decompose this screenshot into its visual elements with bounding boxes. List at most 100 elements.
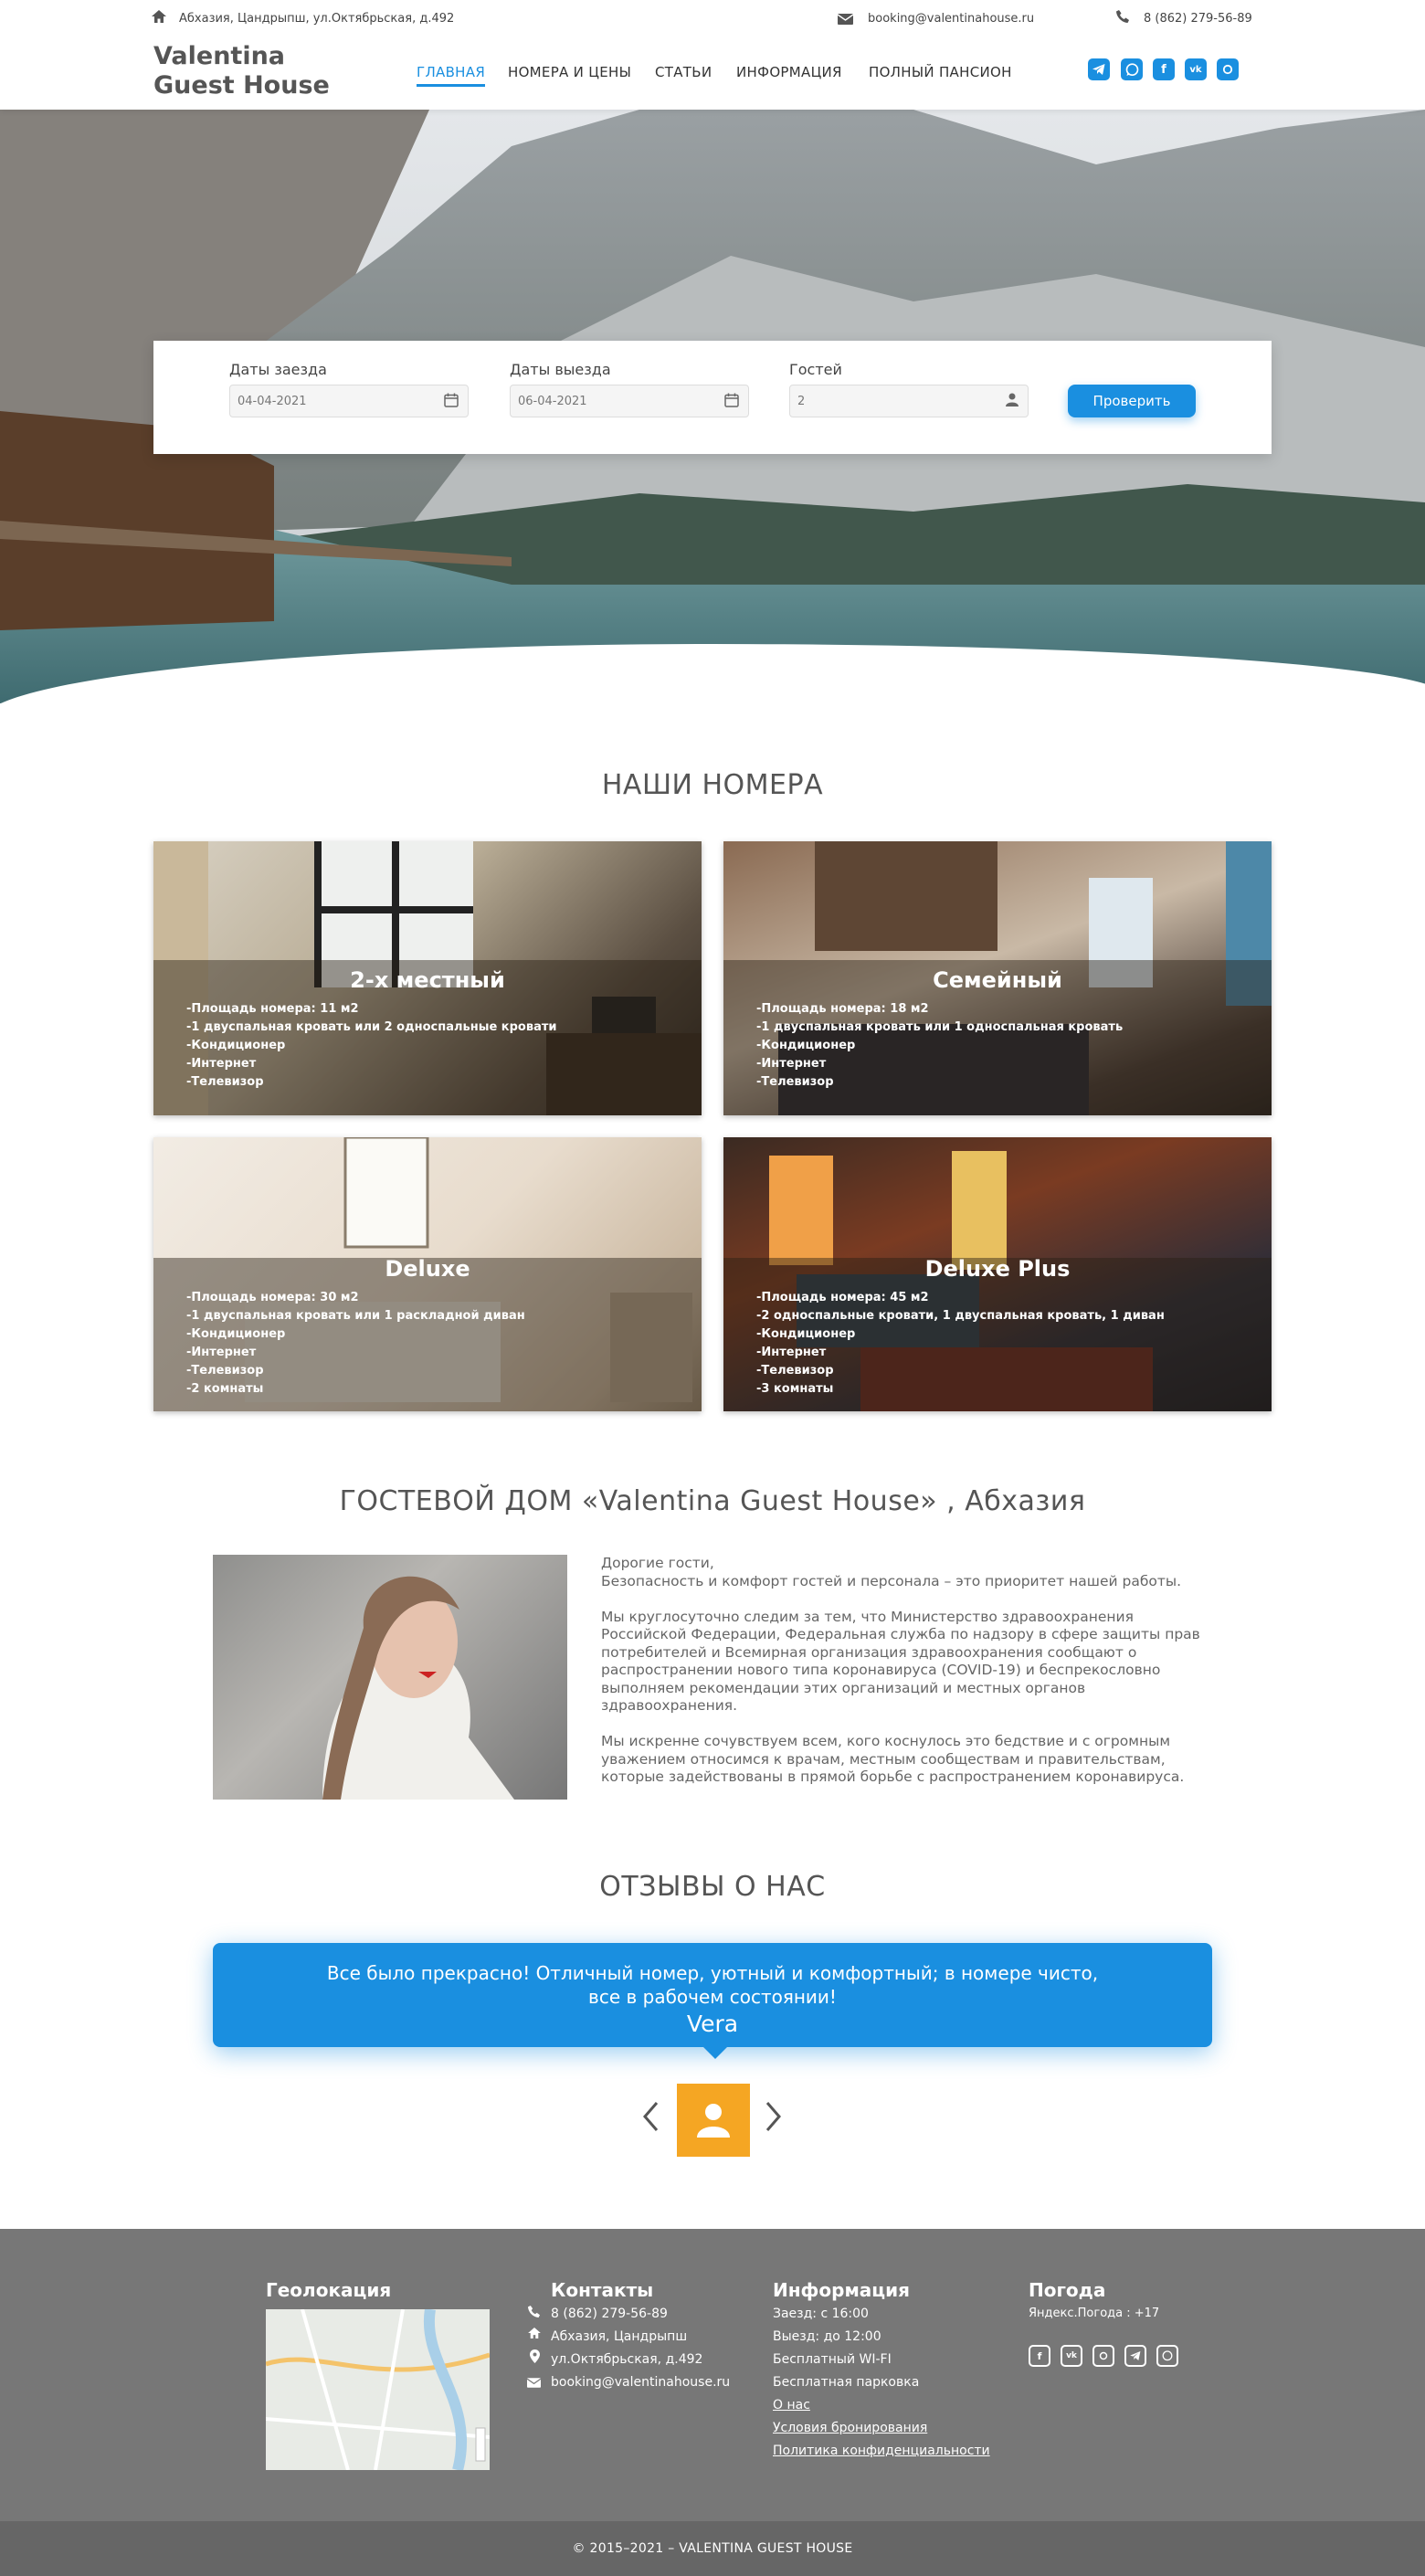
room-feature: -Телевизор xyxy=(186,1075,264,1089)
mail-icon xyxy=(837,11,854,28)
info-checkin: Заезд: с 16:00 xyxy=(773,2307,869,2321)
whatsapp-icon[interactable] xyxy=(1156,2345,1178,2367)
whatsapp-icon[interactable] xyxy=(1121,58,1143,80)
footer-phone[interactable]: 8 (862) 279-56-89 xyxy=(551,2307,668,2321)
home-icon xyxy=(528,2328,541,2342)
room-name: Deluxe xyxy=(385,1256,470,1282)
mail-icon xyxy=(526,2377,542,2391)
vk-icon[interactable]: vk xyxy=(1061,2345,1082,2367)
checkout-date-input[interactable]: 06-04-2021 xyxy=(510,385,749,417)
location-pin-icon xyxy=(530,2349,540,2367)
header-address: Абхазия, Цандрыпш, ул.Октябрьская, д.492 xyxy=(179,12,455,26)
room-feature: -1 двуспальная кровать или 1 односпальна… xyxy=(756,1020,1124,1034)
weather-widget[interactable]: Яндекс.Погода : +17 xyxy=(1029,2307,1159,2320)
check-availability-button[interactable]: Проверить xyxy=(1068,385,1196,417)
review-pointer xyxy=(702,2046,728,2059)
room-feature: -Кондиционер xyxy=(186,1039,286,1052)
calendar-icon[interactable] xyxy=(444,393,459,411)
footer-weather-title: Погода xyxy=(1029,2279,1106,2301)
nav-articles[interactable]: СТАТЬИ xyxy=(655,64,712,80)
site-logo[interactable]: Valentina Guest House xyxy=(153,42,330,100)
footer-street: ул.Октябрьская, д.492 xyxy=(551,2352,703,2367)
room-name: 2-х местный xyxy=(350,967,505,993)
about-section-title: ГОСТЕВОЙ ДОМ «Valentina Guest House» , А… xyxy=(339,1485,1086,1517)
guests-value: 2 xyxy=(797,395,806,408)
person-icon xyxy=(1006,393,1019,410)
room-card-double[interactable]: 2-х местный -Площадь номера: 11 м2 -1 дв… xyxy=(153,841,702,1115)
logo-line-2: Guest House xyxy=(153,71,330,100)
room-feature: -3 комнаты xyxy=(756,1382,834,1396)
room-feature: -Площадь номера: 11 м2 xyxy=(186,1002,359,1016)
rooms-section-title: НАШИ НОМЕРА xyxy=(601,769,824,801)
logo-line-1: Valentina xyxy=(153,42,286,70)
facebook-icon[interactable]: f xyxy=(1153,58,1175,80)
room-card-deluxe[interactable]: Deluxe -Площадь номера: 30 м2 -1 двуспал… xyxy=(153,1137,702,1411)
room-features: -Площадь номера: 30 м2 -1 двуспальная кр… xyxy=(186,1289,525,1399)
odnoklassniki-icon[interactable] xyxy=(1217,58,1239,80)
link-privacy-policy[interactable]: Политика конфиденциальности xyxy=(773,2444,990,2458)
room-feature: -Площадь номера: 30 м2 xyxy=(186,1291,359,1304)
review-card: Все было прекрасно! Отличный номер, уютн… xyxy=(213,1943,1212,2047)
checkin-value: 04-04-2021 xyxy=(238,395,307,408)
nav-home[interactable]: ГЛАВНАЯ xyxy=(417,64,486,87)
room-feature: -Площадь номера: 18 м2 xyxy=(756,1002,929,1016)
nav-information[interactable]: ИНФОРМАЦИЯ xyxy=(736,64,842,80)
footer-email[interactable]: booking@valentinahouse.ru xyxy=(551,2375,730,2390)
nav-full-board[interactable]: ПОЛНЫЙ ПАНСИОН xyxy=(869,64,1012,80)
info-wifi: Бесплатный WI-FI xyxy=(773,2352,892,2367)
info-checkout: Выезд: до 12:00 xyxy=(773,2329,881,2344)
guests-label: Гостей xyxy=(789,361,842,378)
user-icon xyxy=(697,2104,730,2138)
copyright: © 2015–2021 – VALENTINA GUEST HOUSE xyxy=(0,2521,1425,2576)
checkin-date-input[interactable]: 04-04-2021 xyxy=(229,385,469,417)
room-feature: -2 односпальные кровати, 1 двуспальная к… xyxy=(756,1309,1165,1323)
telegram-icon[interactable] xyxy=(1124,2345,1146,2367)
review-next-arrow[interactable] xyxy=(765,2101,782,2136)
info-parking: Бесплатная парковка xyxy=(773,2375,920,2390)
home-icon xyxy=(152,9,166,26)
map-widget[interactable] xyxy=(266,2309,490,2470)
room-feature: -Интернет xyxy=(186,1057,257,1071)
room-feature: -1 двуспальная кровать или 2 односпальны… xyxy=(186,1020,557,1034)
room-name: Семейный xyxy=(933,967,1062,993)
reviewer-avatar[interactable] xyxy=(677,2084,750,2157)
odnoklassniki-icon[interactable] xyxy=(1092,2345,1114,2367)
booking-form: Даты заезда 04-04-2021 Даты выезда 06-04… xyxy=(153,341,1272,454)
nav-rooms-prices[interactable]: НОМЕРА И ЦЕНЫ xyxy=(508,64,631,80)
room-features: -Площадь номера: 45 м2 -2 односпальные к… xyxy=(756,1289,1165,1399)
header-phone[interactable]: 8 (862) 279-56-89 xyxy=(1144,12,1252,26)
phone-icon xyxy=(528,2306,540,2321)
calendar-icon[interactable] xyxy=(724,393,739,411)
link-booking-terms[interactable]: Условия бронирования xyxy=(773,2421,927,2435)
about-text: Дорогие гости, Безопасность и комфорт го… xyxy=(601,1555,1222,1804)
top-bar: Абхазия, Цандрыпш, ул.Октябрьская, д.492… xyxy=(0,0,1425,110)
footer: Геолокация Контакты 8 (862) 279-56-89 Аб… xyxy=(0,2229,1425,2521)
checkin-label: Даты заезда xyxy=(229,361,327,378)
room-feature: -Телевизор xyxy=(186,1364,264,1378)
about-paragraph-1: Безопасность и комфорт гостей и персонал… xyxy=(601,1572,1182,1589)
reviews-section-title: ОТЗЫВЫ О НАС xyxy=(599,1871,826,1903)
room-card-deluxe-plus[interactable]: Deluxe Plus -Площадь номера: 45 м2 -2 од… xyxy=(723,1137,1272,1411)
telegram-icon[interactable] xyxy=(1088,58,1110,80)
room-feature: -Интернет xyxy=(186,1346,257,1359)
footer-geo-title: Геолокация xyxy=(266,2279,392,2301)
footer-info-title: Информация xyxy=(773,2279,910,2301)
phone-icon xyxy=(1116,9,1129,26)
checkout-value: 06-04-2021 xyxy=(518,395,587,408)
room-feature: -Кондиционер xyxy=(756,1327,856,1341)
review-prev-arrow[interactable] xyxy=(642,2101,659,2136)
vk-icon[interactable]: vk xyxy=(1185,58,1207,80)
guests-input[interactable]: 2 xyxy=(789,385,1029,417)
facebook-icon[interactable]: f xyxy=(1029,2345,1050,2367)
about-photo xyxy=(213,1555,567,1800)
review-text: Все было прекрасно! Отличный номер, уютн… xyxy=(326,1962,1099,2008)
room-feature: -Площадь номера: 45 м2 xyxy=(756,1291,929,1304)
link-about[interactable]: О нас xyxy=(773,2398,810,2412)
footer-region: Абхазия, Цандрыпш xyxy=(551,2329,688,2344)
footer-contacts-title: Контакты xyxy=(551,2279,654,2301)
header-email[interactable]: booking@valentinahouse.ru xyxy=(868,12,1034,26)
room-card-family[interactable]: Семейный -Площадь номера: 18 м2 -1 двусп… xyxy=(723,841,1272,1115)
room-feature: -Телевизор xyxy=(756,1075,834,1089)
about-paragraph-2: Мы круглосуточно следим за тем, что Мини… xyxy=(601,1608,1200,1715)
checkout-label: Даты выезда xyxy=(510,361,611,378)
